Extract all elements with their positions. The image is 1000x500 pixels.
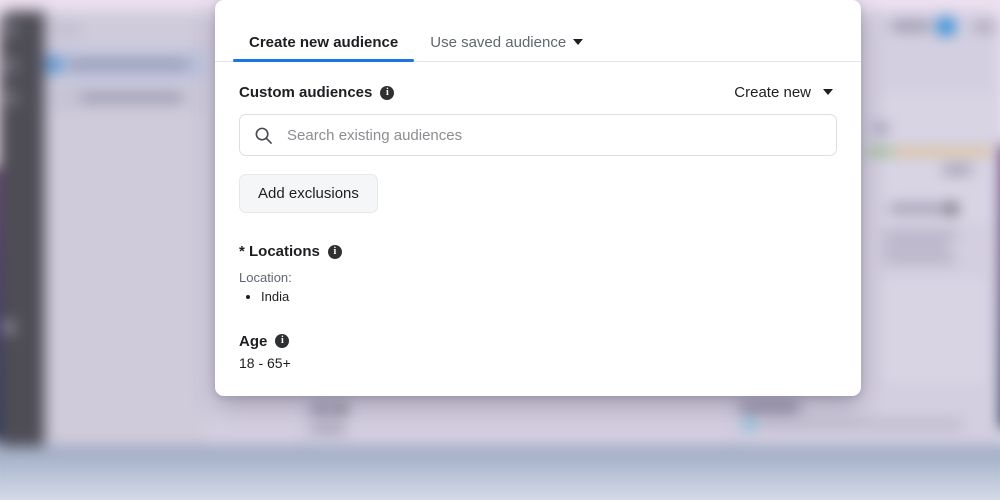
background-progress-segment	[865, 149, 895, 155]
background-row-icon	[46, 57, 62, 72]
background-text-line	[872, 124, 890, 133]
search-input[interactable]	[285, 125, 822, 145]
screen: Create new audience Use saved audience C…	[0, 0, 1000, 500]
tab-use-saved-audience-label: Use saved audience	[430, 34, 567, 51]
background-text-line	[739, 402, 800, 412]
background-progress-segment	[894, 149, 993, 155]
background-card	[876, 272, 993, 389]
background-text-line	[67, 60, 189, 69]
custom-audiences-header: Custom audiences i Create new	[239, 84, 837, 101]
background-text-line	[889, 204, 948, 213]
dialog-tabs: Create new audience Use saved audience	[215, 0, 861, 62]
create-new-dropdown[interactable]: Create new	[734, 84, 837, 101]
age-value: 18 - 65+	[239, 354, 291, 371]
background-toggle-knob	[936, 17, 956, 36]
chevron-down-icon	[823, 89, 833, 95]
background-bottom-band	[0, 445, 1000, 500]
age-title-group: Age i	[239, 333, 837, 350]
audience-dialog: Create new audience Use saved audience C…	[215, 0, 861, 396]
location-list: India	[239, 287, 837, 307]
list-item: India	[261, 287, 837, 307]
background-row-icon	[59, 90, 74, 106]
background-nav-rail	[0, 11, 45, 475]
background-text-line	[891, 21, 931, 31]
info-icon[interactable]: i	[275, 334, 290, 348]
background-text-line	[310, 404, 334, 414]
info-icon[interactable]: i	[327, 244, 342, 259]
tab-create-new-audience-label: Create new audience	[249, 34, 399, 51]
background-text-line	[973, 23, 995, 31]
tab-create-new-audience[interactable]: Create new audience	[233, 34, 415, 62]
custom-audiences-title: Custom audiences	[239, 84, 373, 101]
info-icon[interactable]: i	[380, 85, 395, 100]
background-text-line	[883, 231, 958, 238]
audience-search-box[interactable]	[239, 114, 837, 156]
background-text-line	[942, 165, 972, 174]
add-exclusions-button[interactable]: Add exclusions	[239, 174, 378, 213]
background-text-line	[759, 420, 964, 428]
location-sublabel: Location:	[239, 270, 292, 285]
background-text-line	[883, 256, 956, 263]
background-list-pane	[44, 11, 206, 475]
locations-title-group: * Locations i	[239, 243, 837, 260]
background-avatar-dot	[744, 418, 756, 431]
age-title: Age	[239, 332, 268, 350]
chevron-down-icon	[573, 39, 584, 45]
background-info-dot	[337, 404, 347, 414]
search-icon	[255, 127, 272, 144]
background-text-line	[79, 93, 183, 102]
dialog-body: Custom audiences i Create new Add exclus…	[215, 62, 861, 371]
create-new-label: Create new	[734, 84, 811, 101]
background-text-line	[883, 243, 950, 250]
background-list-header	[52, 23, 80, 37]
background-info-dot	[947, 203, 958, 214]
background-text-line	[310, 425, 346, 433]
custom-audiences-title-group: Custom audiences i	[239, 84, 395, 101]
background-rail-icon	[0, 21, 18, 37]
tab-use-saved-audience[interactable]: Use saved audience	[414, 34, 599, 61]
locations-title: * Locations	[239, 243, 320, 260]
background-rail-icon	[0, 57, 18, 73]
background-rail-icon	[0, 90, 18, 106]
background-rail-avatar	[1, 320, 16, 335]
